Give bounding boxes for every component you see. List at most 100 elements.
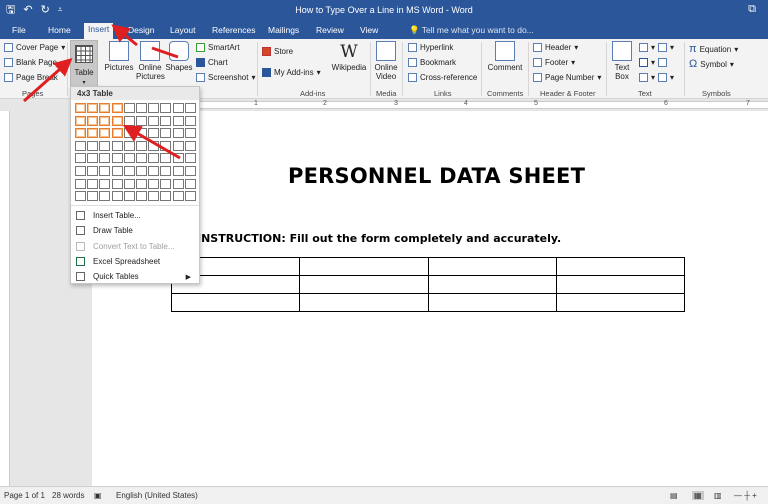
excel-spreadsheet-item[interactable]: Excel Spreadsheet (71, 254, 199, 269)
table-grid-cell[interactable] (87, 140, 99, 151)
table-cell[interactable] (299, 293, 429, 312)
table-grid-cell[interactable] (184, 153, 196, 164)
table-grid-cell[interactable] (123, 166, 135, 176)
table-grid-cell[interactable] (136, 115, 147, 126)
online-pictures-button[interactable]: Online Pictures (136, 41, 165, 81)
table-grid-cell[interactable] (136, 166, 147, 176)
table-grid-cell[interactable] (123, 103, 135, 113)
tab-file[interactable]: File (8, 24, 30, 39)
table-grid-cell[interactable] (87, 153, 99, 164)
table-grid-cell[interactable] (160, 128, 172, 139)
table-cell[interactable] (555, 275, 686, 294)
pictures-button[interactable]: Pictures (104, 41, 134, 72)
language-indicator[interactable]: English (United States) (116, 491, 198, 500)
table-grid-cell[interactable] (136, 128, 147, 139)
table-grid-cell[interactable] (123, 140, 135, 151)
table-grid-cell[interactable] (136, 140, 147, 151)
table-grid-cell[interactable] (148, 178, 160, 189)
read-mode-icon[interactable]: ▤ (670, 491, 678, 500)
table-grid-cell[interactable] (111, 166, 123, 176)
quick-tables-item[interactable]: Quick Tables ▶ (71, 269, 199, 284)
draw-table-item[interactable]: Draw Table (71, 223, 199, 238)
ribbon-display-options-icon[interactable]: ⧉ (748, 3, 756, 16)
table-grid-cell[interactable] (99, 128, 111, 139)
insert-table-item[interactable]: Insert Table... (71, 208, 199, 223)
table-cell[interactable] (427, 257, 557, 276)
table-grid-cell[interactable] (148, 128, 160, 139)
page-count[interactable]: Page 1 of 1 (4, 491, 45, 500)
table-grid-cell[interactable] (184, 115, 196, 126)
screenshot-button[interactable]: Screenshot ▾ (196, 73, 255, 82)
table-grid-cell[interactable] (184, 103, 196, 113)
symbol-button[interactable]: Ω Symbol ▾ (689, 58, 734, 70)
web-layout-icon[interactable]: ▥ (714, 491, 722, 500)
table-grid-cell[interactable] (75, 128, 86, 139)
smartart-button[interactable]: SmartArt (196, 43, 240, 52)
table-grid-cell[interactable] (148, 140, 160, 151)
shapes-button[interactable]: Shapes (165, 41, 193, 72)
table-grid-cell[interactable] (111, 103, 123, 113)
table-grid-cell[interactable] (75, 115, 86, 126)
chart-button[interactable]: Chart (196, 58, 228, 67)
table-grid-cell[interactable] (136, 191, 147, 202)
footer-button[interactable]: Footer ▾ (533, 58, 575, 67)
tab-design[interactable]: Design (124, 24, 158, 39)
proofing-icon[interactable]: ▣ (94, 491, 102, 500)
word-count[interactable]: 28 words (52, 491, 84, 500)
print-layout-icon[interactable]: ▦ (692, 491, 704, 500)
table-grid-cell[interactable] (123, 191, 135, 202)
table-grid-cell[interactable] (123, 178, 135, 189)
table-grid-cell[interactable] (172, 178, 184, 189)
table-grid-cell[interactable] (160, 115, 172, 126)
table-grid-cell[interactable] (111, 128, 123, 139)
table-cell[interactable] (427, 275, 557, 294)
tab-references[interactable]: References (208, 24, 259, 39)
table-grid-cell[interactable] (123, 153, 135, 164)
table-grid-cell[interactable] (75, 191, 86, 202)
table-grid-cell[interactable] (136, 153, 147, 164)
table-grid-cell[interactable] (99, 178, 111, 189)
zoom-slider[interactable]: — ┼ + (734, 491, 757, 500)
quick-parts-button[interactable]: ▾ ▾ (639, 43, 674, 52)
table-grid-cell[interactable] (75, 103, 86, 113)
table-cell[interactable] (555, 293, 686, 312)
table-grid-cell[interactable] (160, 178, 172, 189)
tab-layout[interactable]: Layout (166, 24, 200, 39)
table-grid-cell[interactable] (148, 191, 160, 202)
table-grid-cell[interactable] (87, 103, 99, 113)
table-grid-cell[interactable] (172, 191, 184, 202)
table-grid-cell[interactable] (160, 140, 172, 151)
table-grid-cell[interactable] (172, 103, 184, 113)
table-grid-cell[interactable] (160, 191, 172, 202)
tab-view[interactable]: View (356, 24, 382, 39)
wordart-button[interactable]: ▾ (639, 58, 668, 67)
table-grid-cell[interactable] (184, 166, 196, 176)
table-grid-cell[interactable] (75, 166, 86, 176)
table-grid-cell[interactable] (87, 115, 99, 126)
cross-reference-button[interactable]: Cross-reference (408, 73, 477, 82)
table-grid-cell[interactable] (99, 153, 111, 164)
table-cell[interactable] (299, 257, 429, 276)
blank-page-button[interactable]: Blank Page (4, 58, 57, 67)
hyperlink-button[interactable]: Hyperlink (408, 43, 453, 52)
table-grid-cell[interactable] (172, 153, 184, 164)
wikipedia-button[interactable]: W Wikipedia (329, 41, 369, 72)
table-grid-cell[interactable] (111, 115, 123, 126)
my-addins-button[interactable]: My Add-ins ▾ (262, 68, 321, 77)
table-grid-cell[interactable] (99, 115, 111, 126)
table-grid-cell[interactable] (172, 115, 184, 126)
text-box-button[interactable]: Text Box (608, 41, 636, 81)
table-cell[interactable] (299, 275, 429, 294)
tab-mailings[interactable]: Mailings (264, 24, 303, 39)
page-number-button[interactable]: Page Number ▾ (533, 73, 601, 82)
comment-button[interactable]: Comment (484, 41, 526, 72)
table-grid-cell[interactable] (160, 166, 172, 176)
table-grid-cell[interactable] (148, 103, 160, 113)
table-grid-cell[interactable] (172, 128, 184, 139)
table-grid-cell[interactable] (99, 166, 111, 176)
table-cell[interactable] (427, 293, 557, 312)
table-grid-cell[interactable] (148, 166, 160, 176)
tab-home[interactable]: Home (44, 24, 75, 39)
header-button[interactable]: Header ▾ (533, 43, 578, 52)
table-grid-cell[interactable] (184, 128, 196, 139)
